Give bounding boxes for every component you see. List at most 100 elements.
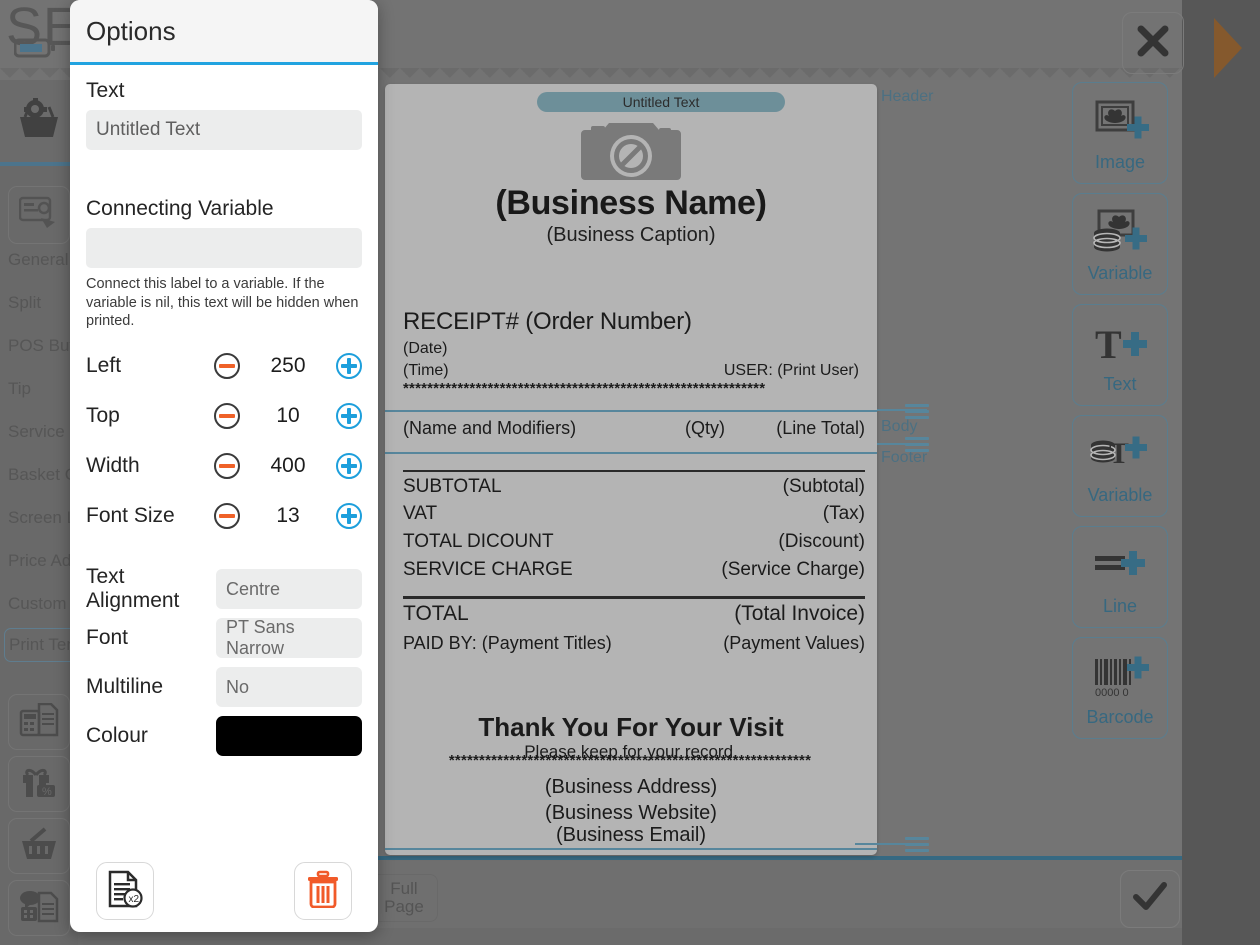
totals-top-rule xyxy=(403,470,865,472)
footer-resize-handle[interactable] xyxy=(905,437,929,440)
line-add-icon xyxy=(1089,538,1151,594)
battery-icon xyxy=(13,36,58,60)
selected-element-label[interactable]: Untitled Text xyxy=(537,92,785,112)
line-item-name[interactable]: (Name and Modifiers) xyxy=(403,418,576,439)
text-variable-add-icon: T xyxy=(1089,427,1151,483)
full-page-label-line2: Page xyxy=(384,897,424,916)
total-row-service-charge[interactable]: SERVICE CHARGE (Service Charge) xyxy=(403,559,865,581)
svg-text:T: T xyxy=(1109,437,1129,470)
business-name[interactable]: (Business Name) xyxy=(385,184,877,223)
font-select[interactable]: PT Sans Narrow xyxy=(215,617,362,659)
font-size-decrement-button[interactable] xyxy=(214,502,240,529)
business-caption[interactable]: (Business Caption) xyxy=(385,224,877,247)
bottom-resize-handle[interactable] xyxy=(905,843,929,846)
sidebar-gift-percent-button[interactable]: % xyxy=(8,756,70,812)
divider-stars-bottom[interactable]: ****************************************… xyxy=(399,752,861,769)
total-label: SUBTOTAL xyxy=(403,476,502,497)
sidebar-calculator-document-button[interactable] xyxy=(8,694,70,750)
image-add-icon xyxy=(1089,94,1151,150)
bottom-resize-handle[interactable] xyxy=(905,837,929,840)
footer-resize-handle[interactable] xyxy=(905,443,929,446)
text-alignment-row: Text Alignment Centre xyxy=(86,565,362,614)
duplicate-button[interactable]: x2 xyxy=(96,862,154,920)
sidebar-card-touch-button[interactable] xyxy=(8,186,70,244)
footer-resize-handle[interactable] xyxy=(905,449,929,452)
sidebar-basket-gear-button[interactable] xyxy=(0,80,78,166)
body-resize-handle[interactable] xyxy=(905,416,929,419)
thank-you-text[interactable]: Thank You For Your Visit xyxy=(385,712,877,743)
total-value: (Service Charge) xyxy=(721,559,865,580)
confirm-button[interactable] xyxy=(1120,870,1180,928)
left-increment-button[interactable] xyxy=(336,352,362,379)
left-decrement-button[interactable] xyxy=(214,352,240,379)
sidebar-basket-button[interactable] xyxy=(8,818,70,874)
text-alignment-select[interactable]: Centre xyxy=(215,569,362,610)
add-image-variable-button[interactable]: Variable xyxy=(1072,193,1168,295)
total-row-subtotal[interactable]: SUBTOTAL (Subtotal) xyxy=(403,476,865,498)
add-text-variable-button[interactable]: T Variable xyxy=(1072,415,1168,517)
add-text-button[interactable]: T Text xyxy=(1072,304,1168,406)
total-label: VAT xyxy=(403,503,438,524)
bottom-resize-handle[interactable] xyxy=(905,849,929,852)
gift-percent-icon: % xyxy=(19,765,59,804)
grand-total-rule xyxy=(403,596,865,599)
font-size-stepper: Font Size 13 xyxy=(86,491,362,541)
divider-stars-top[interactable]: ****************************************… xyxy=(403,380,865,397)
line-item-total[interactable]: (Line Total) xyxy=(776,418,865,439)
add-image-button[interactable]: Image xyxy=(1072,82,1168,184)
width-label: Width xyxy=(86,453,140,477)
sidebar-item-label: General xyxy=(8,250,69,269)
grand-total-row[interactable]: TOTAL (Total Invoice) xyxy=(403,602,865,626)
add-image-variable-label: Variable xyxy=(1087,262,1153,283)
total-value: (Discount) xyxy=(778,531,865,552)
multiline-label: Multiline xyxy=(86,675,164,699)
next-arrow-icon[interactable] xyxy=(1214,18,1242,78)
sidebar-item-label: Basket G xyxy=(8,465,78,484)
text-input[interactable]: Untitled Text xyxy=(86,110,362,150)
footer-separator xyxy=(385,848,877,850)
close-icon xyxy=(1134,22,1172,65)
business-email[interactable]: (Business Email) xyxy=(385,824,877,847)
multiline-row: Multiline No xyxy=(86,663,362,712)
line-item-qty[interactable]: (Qty) xyxy=(685,418,725,439)
text-add-icon: T xyxy=(1089,316,1151,372)
connecting-variable-help: Connect this label to a variable. If the… xyxy=(86,276,359,330)
receipt-date[interactable]: (Date) xyxy=(403,340,447,358)
receipt-number-heading[interactable]: RECEIPT# (Order Number) xyxy=(403,308,692,336)
close-button[interactable] xyxy=(1122,12,1184,74)
connecting-variable-label: Connecting Variable xyxy=(86,197,274,220)
body-resize-handle[interactable] xyxy=(905,404,929,407)
top-label: Top xyxy=(86,403,120,427)
total-row-vat[interactable]: VAT (Tax) xyxy=(403,503,865,525)
width-decrement-button[interactable] xyxy=(214,452,240,479)
business-address[interactable]: (Business Address) xyxy=(385,776,877,799)
receipt-user[interactable]: USER: (Print User) xyxy=(385,362,859,380)
business-website[interactable]: (Business Website) xyxy=(385,802,877,825)
receipt-preview[interactable]: Untitled Text (Business Name) (Business … xyxy=(385,84,877,855)
connecting-variable-input[interactable] xyxy=(86,228,362,268)
paid-by-row[interactable]: PAID BY: (Payment Titles) (Payment Value… xyxy=(403,633,865,654)
delete-button[interactable] xyxy=(294,862,352,920)
top-increment-button[interactable] xyxy=(336,402,362,429)
add-barcode-button[interactable]: 0000 0 Barcode xyxy=(1072,637,1168,739)
full-page-button[interactable]: Full Page xyxy=(370,874,438,922)
body-resize-handle[interactable] xyxy=(905,410,929,413)
font-size-value: 13 xyxy=(276,503,300,527)
sidebar-chat-receipt-button[interactable] xyxy=(8,880,70,936)
options-dialog-footer: x2 xyxy=(70,850,378,932)
font-label: Font xyxy=(86,626,129,650)
colour-swatch[interactable] xyxy=(216,716,362,757)
font-size-label: Font Size xyxy=(86,503,175,527)
width-increment-button[interactable] xyxy=(336,452,362,479)
total-row-discount[interactable]: TOTAL DICOUNT (Discount) xyxy=(403,531,865,553)
top-stepper: Top 10 xyxy=(86,391,362,441)
font-row: Font PT Sans Narrow xyxy=(86,614,362,663)
multiline-select[interactable]: No xyxy=(215,667,362,708)
section-label-header: Header xyxy=(881,88,934,105)
left-label: Left xyxy=(86,353,122,377)
font-size-increment-button[interactable] xyxy=(336,502,362,529)
top-decrement-button[interactable] xyxy=(214,402,240,429)
add-line-button[interactable]: Line xyxy=(1072,526,1168,628)
add-text-variable-label: Variable xyxy=(1087,484,1153,505)
text-field-label: Text xyxy=(86,79,125,102)
